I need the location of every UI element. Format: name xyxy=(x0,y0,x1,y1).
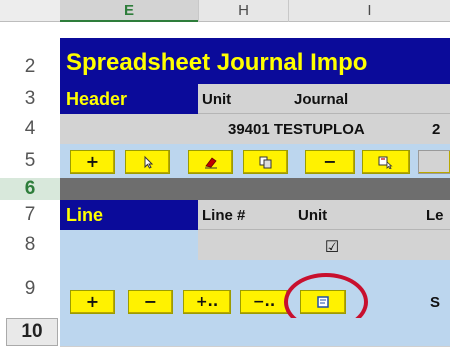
page-title: Spreadsheet Journal Impo xyxy=(66,49,368,76)
sheet-bottom xyxy=(60,346,450,358)
header-copy-button[interactable] xyxy=(243,150,288,174)
plus-multiple-icon: +.. xyxy=(195,294,219,310)
line-unit-label: Unit xyxy=(298,206,328,224)
row-header-9[interactable]: 9 xyxy=(0,260,60,318)
header-remove-button[interactable]: − xyxy=(305,150,355,174)
row-header-8[interactable]: 8 xyxy=(0,230,60,260)
header-date-value[interactable]: 2 xyxy=(432,114,450,144)
header-section-label: Header xyxy=(60,84,198,114)
plus-icon: + xyxy=(85,152,100,171)
line-add-button[interactable]: + xyxy=(70,290,115,314)
header-unit-journal-value[interactable]: 39401 TESTUPLOA xyxy=(228,114,428,144)
line-section-label: Line xyxy=(60,200,198,230)
line-number-label: Line # xyxy=(202,206,246,224)
line-unit-checkbox[interactable]: ☑ xyxy=(322,236,342,258)
header-add-button[interactable]: + xyxy=(70,150,115,174)
minus-multiple-icon: −.. xyxy=(252,294,276,310)
line-add-multiple-button[interactable]: +.. xyxy=(183,290,231,314)
header-insert-button[interactable] xyxy=(362,150,410,174)
row-header-7[interactable]: 7 xyxy=(0,200,60,230)
line-row-8-left xyxy=(60,230,198,260)
row-header-5[interactable]: 5 xyxy=(0,144,60,178)
corner-cell xyxy=(0,0,60,22)
header-clear-button[interactable] xyxy=(188,150,233,174)
line-remove-multiple-button[interactable]: −.. xyxy=(240,290,288,314)
column-header-i[interactable]: I xyxy=(289,0,450,22)
row-header-10[interactable]: 10 xyxy=(6,318,58,346)
header-unit-label: Unit xyxy=(202,90,232,108)
copy-icon xyxy=(259,156,271,169)
column-header-h[interactable]: H xyxy=(199,0,288,22)
row-header-4[interactable]: 4 xyxy=(0,114,60,144)
cursor-arrow-icon xyxy=(144,155,153,169)
line-row-10 xyxy=(60,318,450,346)
row-header-2[interactable]: 2 xyxy=(0,50,60,84)
line-ledger-label: Le xyxy=(426,206,444,224)
row-header-3[interactable]: 3 xyxy=(0,84,60,114)
minus-icon: − xyxy=(143,292,158,311)
minus-icon: − xyxy=(323,152,337,171)
eraser-icon xyxy=(204,157,217,169)
line-remove-button[interactable]: − xyxy=(128,290,173,314)
section-divider xyxy=(60,178,450,200)
line-row-9-tail-text: S xyxy=(430,293,441,311)
insert-cursor-icon xyxy=(378,156,393,169)
header-extra-button[interactable] xyxy=(418,150,450,174)
column-header-e[interactable]: E xyxy=(60,0,198,22)
plus-icon: + xyxy=(85,292,100,311)
header-select-button[interactable] xyxy=(125,150,170,174)
row-header-6[interactable]: 6 xyxy=(0,178,60,200)
header-journal-label: Journal xyxy=(294,90,349,108)
